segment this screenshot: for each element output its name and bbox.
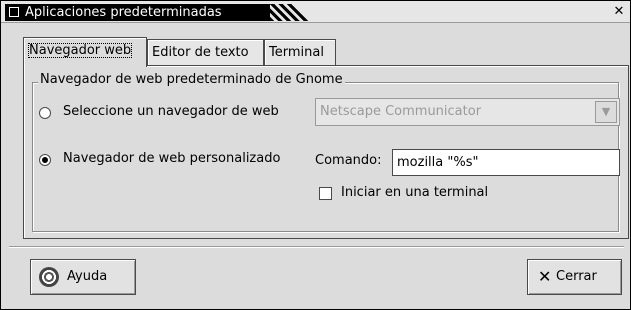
window-title: Aplicaciones predeterminadas bbox=[25, 5, 222, 20]
browser-combo: Netscape Communicator ▼ bbox=[315, 98, 620, 126]
tab-editor-texto[interactable]: Editor de texto bbox=[147, 39, 264, 66]
title-decoration bbox=[270, 4, 310, 21]
window-close-icon[interactable]: ✕ bbox=[612, 5, 626, 19]
title-plate: Aplicaciones predeterminadas bbox=[5, 4, 270, 21]
terminal-checkbox[interactable] bbox=[319, 187, 332, 200]
tab-label: Terminal bbox=[269, 45, 324, 60]
window-icon[interactable] bbox=[9, 7, 19, 17]
close-button[interactable]: ✕ Cerrar bbox=[527, 259, 622, 295]
command-input[interactable]: mozilla "%s" bbox=[392, 149, 620, 176]
separator bbox=[9, 246, 624, 248]
tab-navegador-web[interactable]: Navegador web bbox=[23, 37, 147, 67]
radio-select-browser-label[interactable]: Seleccione un navegador de web bbox=[63, 104, 279, 120]
browser-combo-value: Netscape Communicator bbox=[320, 104, 482, 119]
close-label: Cerrar bbox=[556, 269, 597, 284]
help-label: Ayuda bbox=[67, 269, 108, 284]
tab-terminal[interactable]: Terminal bbox=[264, 39, 336, 66]
chevron-down-icon: ▼ bbox=[595, 101, 617, 123]
close-icon: ✕ bbox=[538, 267, 552, 286]
help-icon bbox=[39, 267, 59, 287]
radio-custom-browser[interactable] bbox=[39, 154, 51, 166]
frame-title: Navegador de web predeterminado de Gnome bbox=[38, 72, 345, 88]
terminal-checkbox-label[interactable]: Iniciar en una terminal bbox=[341, 185, 488, 201]
preferences-dialog: Aplicaciones predeterminadas ✕ Navegador… bbox=[0, 0, 631, 310]
radio-select-browser[interactable] bbox=[39, 107, 51, 119]
tab-label: Navegador web bbox=[28, 43, 133, 58]
command-value: mozilla "%s" bbox=[397, 155, 479, 170]
command-label: Comando: bbox=[315, 153, 382, 168]
help-button[interactable]: Ayuda bbox=[30, 259, 136, 295]
radio-custom-browser-label[interactable]: Navegador de web personalizado bbox=[63, 151, 280, 167]
tab-label: Editor de texto bbox=[152, 45, 249, 60]
title-bar[interactable]: Aplicaciones predeterminadas ✕ bbox=[1, 1, 630, 23]
